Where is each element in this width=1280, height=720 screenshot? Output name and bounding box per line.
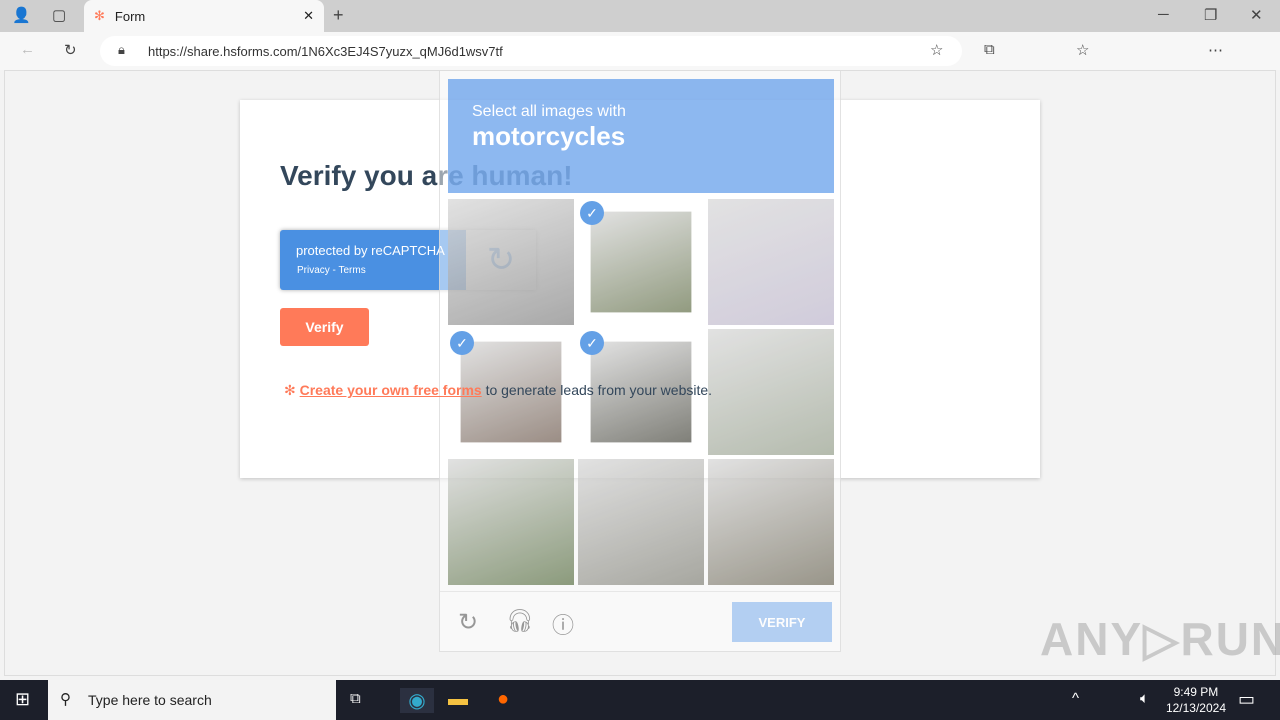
recaptcha-links[interactable]: Privacy - Terms <box>297 265 366 276</box>
task-view-icon[interactable]: ⧉ <box>350 690 361 707</box>
verify-button[interactable]: Verify <box>280 308 369 346</box>
tab-bar: 👤 ▢ ✻ Form ✕ + ─ ❐ ✕ <box>0 0 1280 32</box>
footer-text: to generate leads from your website. <box>481 382 713 398</box>
new-tab-icon[interactable]: + <box>333 5 344 26</box>
captcha-tile[interactable] <box>708 199 834 325</box>
tab-actions-icon[interactable]: ▢ <box>52 6 66 24</box>
captcha-tile[interactable] <box>708 459 834 585</box>
captcha-tile[interactable] <box>708 329 834 455</box>
search-icon: ⚲ <box>60 691 71 708</box>
extensions-icon[interactable]: ⧉ <box>984 41 995 58</box>
selected-check-icon: ✓ <box>580 331 604 355</box>
close-tab-icon[interactable]: ✕ <box>303 8 314 24</box>
favorite-icon[interactable]: ☆ <box>930 41 943 59</box>
clock[interactable]: 9:49 PM 12/13/2024 <box>1166 684 1226 716</box>
file-explorer-icon[interactable]: ▬ <box>448 688 468 711</box>
favorites-icon[interactable]: ☆ <box>1076 41 1089 59</box>
url-text: https://share.hsforms.com/1N6Xc3EJ4S7yuz… <box>148 43 503 59</box>
selected-check-icon: ✓ <box>580 201 604 225</box>
lock-icon[interactable]: 🔒︎ <box>118 42 125 58</box>
captcha-challenge: Select all images with motorcycles ✓ ✓ ✓ ↻… <box>439 70 841 652</box>
more-icon[interactable]: ⋯ <box>1208 41 1223 59</box>
windows-start-icon[interactable]: ⊞ <box>15 689 30 710</box>
captcha-tile[interactable] <box>448 199 574 325</box>
tray-chevron-icon[interactable]: ^ <box>1072 690 1079 707</box>
hubspot-icon: ✻ <box>284 382 300 398</box>
captcha-footer: ↻ 🎧︎ ⓘ VERIFY <box>440 591 840 651</box>
time: 9:49 PM <box>1173 685 1219 699</box>
address-bar-row: ← ↻ 🔒︎ https://share.hsforms.com/1N6Xc3E… <box>0 32 1280 70</box>
profile-icon[interactable]: 👤 <box>12 6 31 24</box>
captcha-tile[interactable] <box>590 211 692 313</box>
recaptcha-text: protected by reCAPTCHA <box>296 243 445 258</box>
tab-form[interactable]: ✻ Form ✕ <box>84 0 324 32</box>
info-icon[interactable]: ⓘ <box>552 608 574 640</box>
back-icon[interactable]: ← <box>20 41 35 58</box>
selected-check-icon: ✓ <box>450 331 474 355</box>
edge-icon[interactable]: ◉ <box>400 688 434 713</box>
search-placeholder: Type here to search <box>88 692 212 708</box>
close-window-icon[interactable]: ✕ <box>1250 6 1263 24</box>
address-input[interactable]: 🔒︎ https://share.hsforms.com/1N6Xc3EJ4S7… <box>100 36 962 66</box>
volume-icon[interactable]: 🔈︎ <box>1140 690 1149 707</box>
anyrun-watermark: ANY▷RUN <box>1040 613 1280 665</box>
hubspot-icon: ✻ <box>94 8 105 23</box>
notifications-icon[interactable]: ▭ <box>1238 689 1255 710</box>
captcha-tile[interactable] <box>578 459 704 585</box>
restore-icon[interactable]: ❐ <box>1204 6 1217 24</box>
tab-title: Form <box>114 8 146 24</box>
create-forms-link[interactable]: Create your own free forms <box>300 382 482 398</box>
taskbar-search[interactable]: ⚲ Type here to search <box>48 680 336 720</box>
captcha-instruction: Select all images with <box>472 103 626 120</box>
reload-icon[interactable]: ↻ <box>458 608 478 637</box>
hubspot-footer: ✻ Create your own free forms to generate… <box>284 382 712 399</box>
captcha-tile[interactable] <box>448 459 574 585</box>
captcha-target: motorcycles <box>472 121 626 151</box>
firefox-icon[interactable]: ● <box>497 688 509 711</box>
date: 12/13/2024 <box>1165 701 1226 715</box>
minimize-icon[interactable]: ─ <box>1158 6 1169 23</box>
refresh-icon[interactable]: ↻ <box>64 41 77 59</box>
taskbar: ⊞ ⚲ Type here to search ⧉ ◉ ▬ ● ^ 🔈︎ 9:4… <box>0 680 1280 720</box>
audio-icon[interactable]: 🎧︎ <box>506 608 534 634</box>
captcha-header: Select all images with motorcycles <box>448 79 834 193</box>
captcha-verify-button[interactable]: VERIFY <box>732 602 832 642</box>
